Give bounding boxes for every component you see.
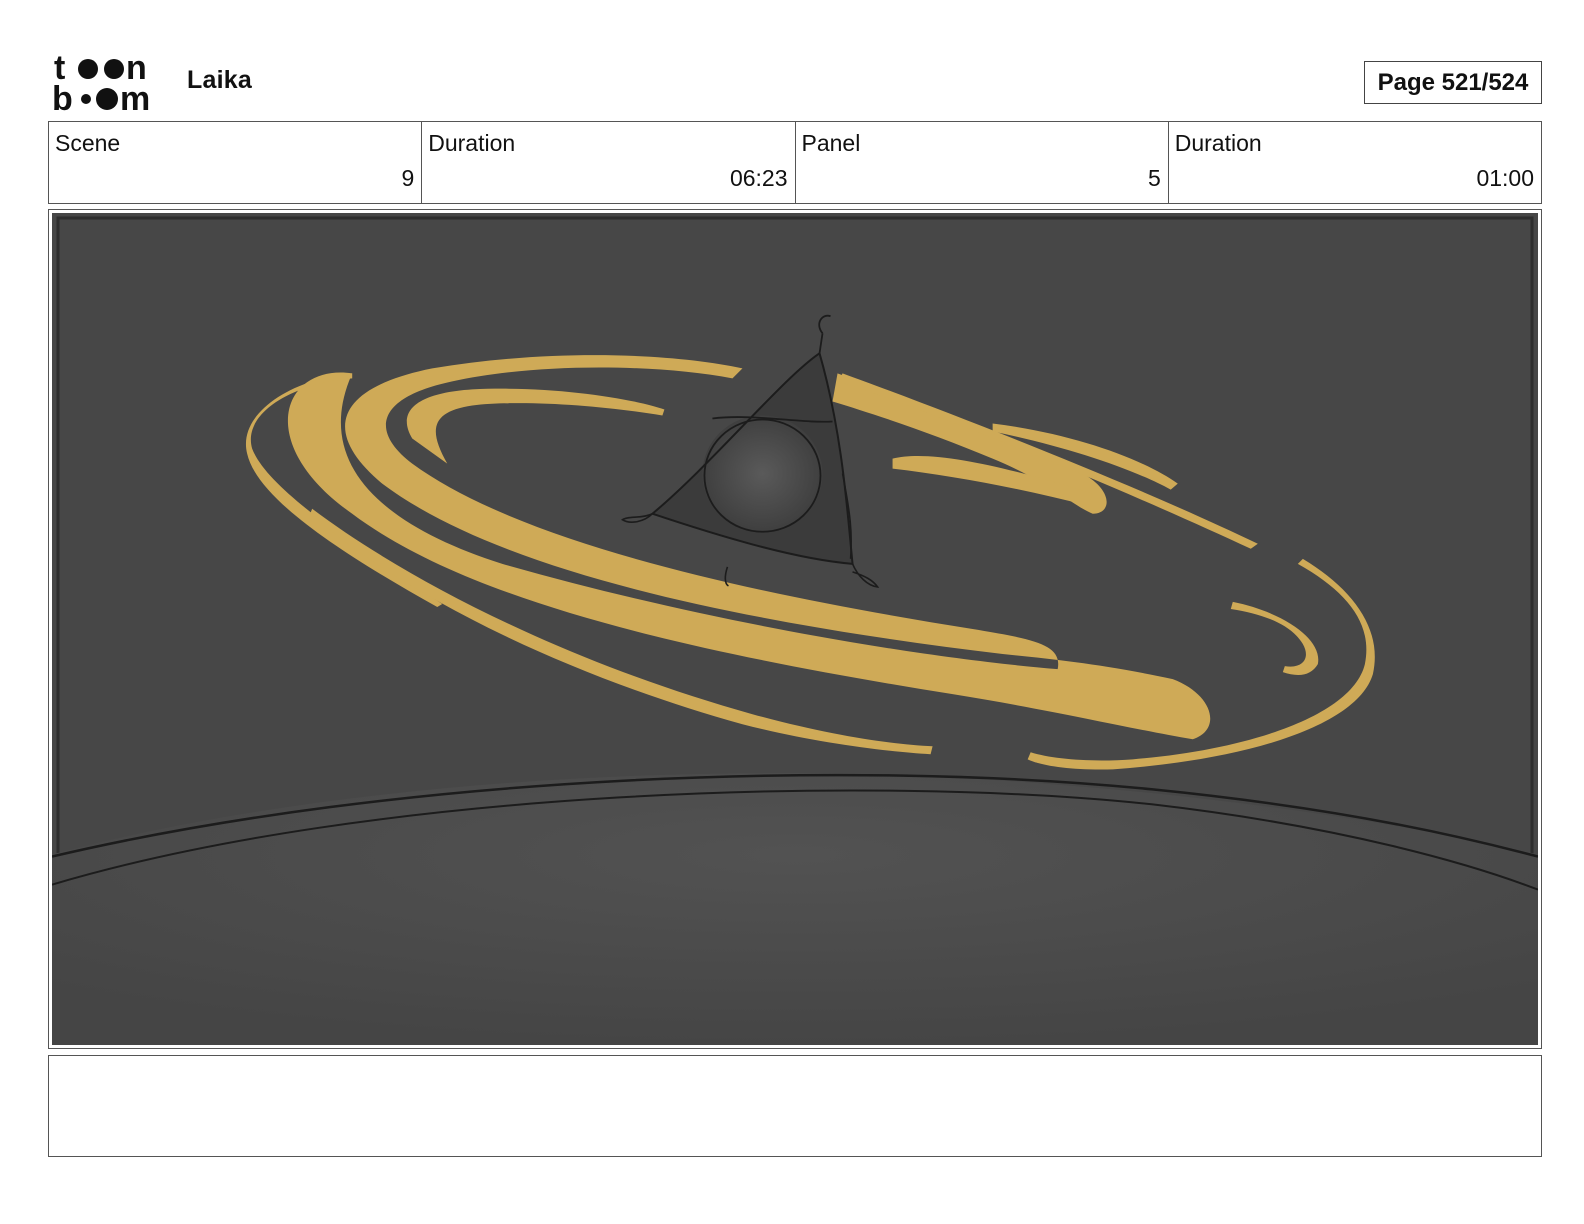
scene-duration-value: 06:23 <box>729 165 788 191</box>
panel-label: Panel <box>801 130 861 156</box>
scene-duration-cell: Duration 06:23 <box>422 122 796 203</box>
svg-text:b: b <box>52 80 73 112</box>
panel-duration-value: 01:00 <box>1476 165 1534 191</box>
panel-duration-label: Duration <box>1174 130 1262 156</box>
page-number: Page 521/524 <box>1364 61 1542 104</box>
panel-drawing <box>52 213 1538 1045</box>
toon-boom-logo: t n b m <box>52 52 150 112</box>
panel-duration-cell: Duration 01:00 <box>1169 122 1541 203</box>
scene-label: Scene <box>55 130 121 156</box>
svg-text:m: m <box>120 80 150 112</box>
panel-notes <box>48 1055 1542 1157</box>
scene-cell: Scene 9 <box>49 122 423 203</box>
panel-cell: Panel 5 <box>796 122 1169 203</box>
scene-duration-label: Duration <box>428 130 516 156</box>
scene-value: 9 <box>401 165 415 191</box>
project-title: Laika <box>187 66 252 94</box>
panel-value: 5 <box>1147 165 1161 191</box>
scene-info-row: Scene 9 Duration 06:23 Panel 5 Duration … <box>48 121 1542 204</box>
storyboard-panel <box>48 209 1542 1049</box>
